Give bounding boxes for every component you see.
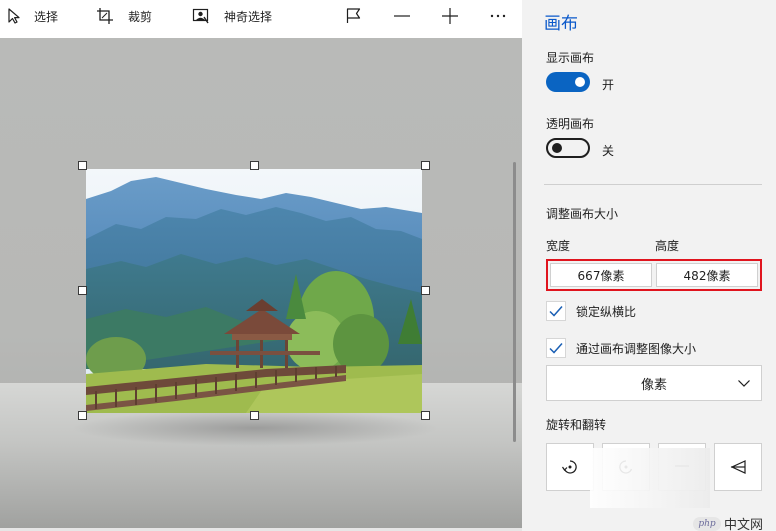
rotate-left-icon: [562, 460, 577, 474]
select-tool-label: 选择: [34, 9, 59, 24]
watermark-text: 中文网: [724, 518, 764, 531]
canvas-size-fields: 667像素 482像素: [546, 259, 762, 291]
canvas-image[interactable]: [86, 169, 422, 413]
show-canvas-toggle[interactable]: [546, 72, 590, 92]
resize-handle-bottom[interactable]: [250, 411, 259, 420]
plus-icon: [442, 8, 458, 24]
flip-horizontal-button[interactable]: [714, 443, 762, 491]
transparent-canvas-toggle[interactable]: [546, 138, 590, 158]
toggle-knob: [575, 77, 585, 87]
resize-handle-top[interactable]: [250, 161, 259, 170]
crop-icon: [97, 8, 113, 24]
resize-handle-bottom-right[interactable]: [421, 411, 430, 420]
resize-handle-left[interactable]: [78, 286, 87, 295]
zoom-out-button[interactable]: [392, 7, 412, 25]
lock-aspect-label: 锁定纵横比: [576, 304, 637, 319]
chevron-down-icon: [738, 380, 750, 387]
unit-dropdown-value: 像素: [640, 377, 667, 393]
show-canvas-label: 显示画布: [546, 51, 595, 65]
flag-button[interactable]: [344, 7, 364, 25]
rotate-flip-heading: 旋转和翻转: [546, 418, 607, 432]
flip-horizontal-icon: [730, 460, 746, 474]
width-label: 宽度: [546, 239, 571, 253]
toolbar: 选择 裁剪 神奇选择: [0, 0, 522, 38]
crop-tool-label: 裁剪: [128, 9, 153, 24]
resize-image-row[interactable]: 通过画布调整图像大小: [546, 338, 696, 358]
more-icon: [490, 14, 506, 18]
lock-aspect-row[interactable]: 锁定纵横比: [546, 301, 636, 321]
resize-image-checkbox[interactable]: [546, 338, 566, 358]
zoom-in-button[interactable]: [440, 7, 460, 25]
crop-tool-button[interactable]: 裁剪: [96, 0, 152, 32]
flag-icon: [346, 8, 361, 23]
select-tool-button[interactable]: 选择: [6, 0, 58, 32]
watermark-logo: php: [693, 516, 721, 531]
minus-icon: [394, 15, 410, 17]
magic-select-button[interactable]: 神奇选择: [192, 0, 272, 32]
magic-select-icon: [192, 8, 209, 24]
show-canvas-state: 开: [602, 78, 615, 92]
toggle-knob: [552, 143, 562, 153]
transparent-canvas-state: 关: [602, 144, 615, 158]
site-watermark: php 中文网: [693, 514, 763, 531]
resize-handle-bottom-left[interactable]: [78, 411, 87, 420]
cursor-icon: [8, 8, 20, 24]
resize-handle-right[interactable]: [421, 286, 430, 295]
resize-canvas-heading: 调整画布大小: [546, 207, 619, 221]
resize-image-label: 通过画布调整图像大小: [576, 341, 697, 356]
blurred-overlay: [590, 448, 710, 508]
transparent-canvas-label: 透明画布: [546, 117, 595, 131]
magic-select-label: 神奇选择: [224, 9, 273, 24]
panel-title: 画布: [544, 14, 578, 34]
section-divider: [544, 184, 762, 185]
landscape-photo: [86, 169, 422, 413]
resize-handle-top-left[interactable]: [78, 161, 87, 170]
vertical-scrollbar[interactable]: [513, 162, 516, 442]
more-options-button[interactable]: [488, 7, 508, 25]
checkmark-icon: [549, 306, 563, 317]
height-input[interactable]: 482像素: [656, 263, 758, 287]
width-input[interactable]: 667像素: [550, 263, 652, 287]
lock-aspect-checkbox[interactable]: [546, 301, 566, 321]
height-label: 高度: [655, 239, 680, 253]
canvas-area[interactable]: [0, 38, 522, 531]
rotate-left-button[interactable]: [546, 443, 594, 491]
resize-handle-top-right[interactable]: [421, 161, 430, 170]
unit-dropdown[interactable]: 像素: [546, 365, 762, 401]
checkmark-icon: [549, 343, 563, 354]
